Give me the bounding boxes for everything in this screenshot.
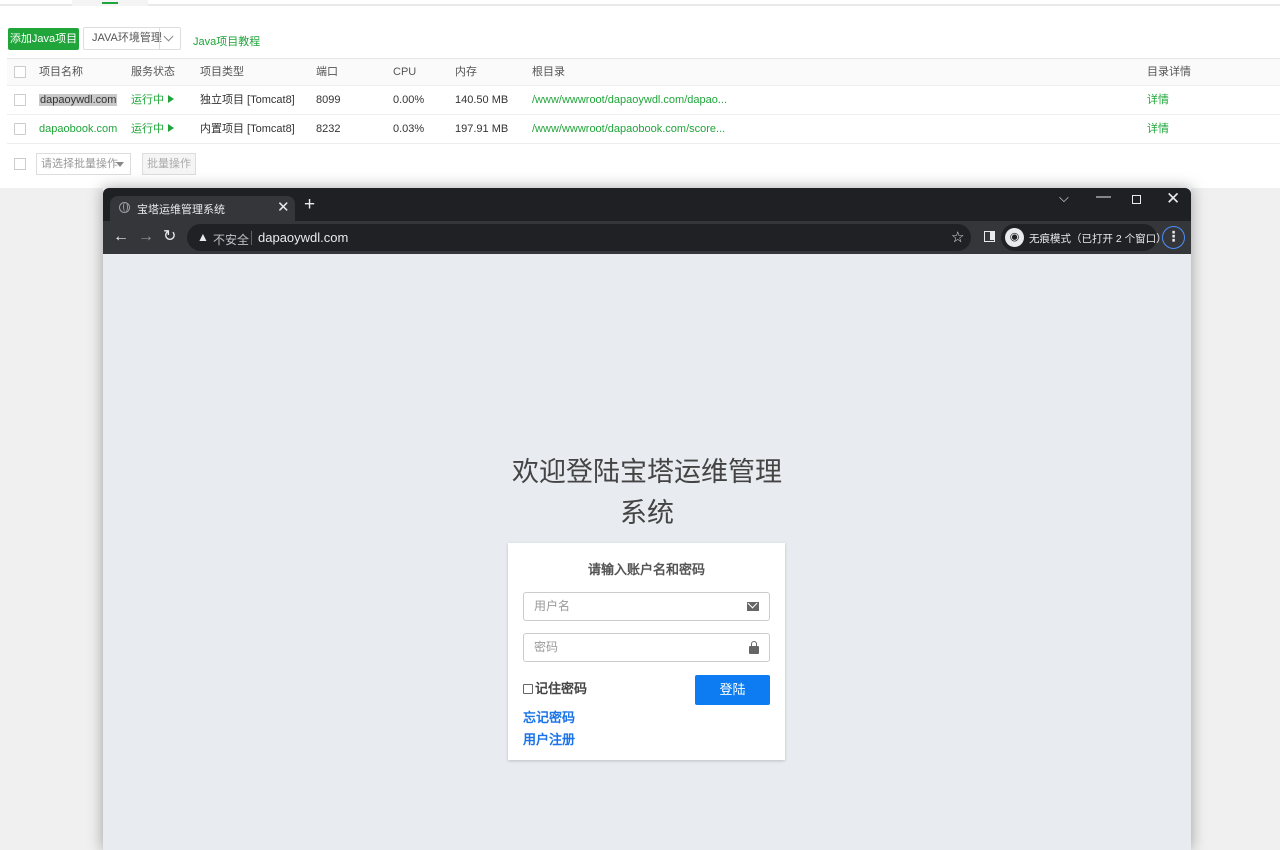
address-bar[interactable]: ▲ 不安全 dapaoywdl.com ☆	[187, 224, 971, 251]
java-env-label: JAVA环境管理	[92, 32, 162, 44]
batch-operation-button[interactable]: 批量操作	[142, 153, 196, 175]
project-table: 项目名称 服务状态 项目类型 端口 CPU 内存 根目录 目录详情 dapaoy…	[7, 58, 1280, 144]
forgot-password-link[interactable]: 忘记密码	[523, 707, 575, 726]
batch-checkbox[interactable]	[14, 158, 26, 170]
divider	[159, 28, 160, 49]
detail-link[interactable]: 详情	[1147, 86, 1169, 114]
service-status[interactable]: 运行中	[131, 86, 174, 114]
status-text: 运行中	[131, 94, 164, 106]
detail-link[interactable]: 详情	[1147, 115, 1169, 143]
cpu-usage: 0.03%	[393, 123, 425, 135]
table-header: 项目名称 服务状态 项目类型 端口 CPU 内存 根目录 目录详情	[7, 59, 1280, 86]
login-button[interactable]: 登陆	[695, 675, 770, 705]
add-java-project-button[interactable]: 添加Java项目	[8, 28, 79, 50]
select-all-checkbox[interactable]	[14, 66, 26, 78]
memory-usage: 140.50 MB	[455, 94, 509, 106]
play-icon	[168, 95, 174, 103]
close-tab-icon[interactable]: ✕	[277, 198, 290, 216]
header-detail: 目录详情	[1147, 66, 1191, 78]
new-tab-icon[interactable]: +	[304, 195, 315, 215]
browser-window: 宝塔运维管理系统 ✕ + ⌵ — ✕ ← → ↻ ▲ 不安全 dapaoywdl…	[103, 188, 1191, 850]
remember-label: 记住密码	[535, 681, 588, 696]
root-dir-link[interactable]: /www/wwwroot/dapaoywdl.com/dapao...	[532, 86, 727, 114]
register-link[interactable]: 用户注册	[523, 729, 575, 748]
chevron-down-icon[interactable]	[163, 31, 174, 42]
header-type: 项目类型	[200, 66, 244, 78]
globe-icon	[119, 202, 130, 213]
back-arrow-icon[interactable]: ←	[113, 227, 129, 247]
divider	[251, 231, 252, 245]
status-text: 运行中	[131, 123, 164, 135]
maximize-icon[interactable]	[1132, 195, 1141, 204]
port: 8099	[316, 94, 341, 106]
java-env-button[interactable]: JAVA环境管理	[83, 27, 181, 50]
root-dir-link[interactable]: /www/wwwroot/dapaobook.com/score...	[532, 115, 725, 143]
password-placeholder: 密码	[534, 640, 559, 654]
not-secure-label[interactable]: 不安全	[213, 231, 249, 248]
browser-toolbar: ← → ↻ ▲ 不安全 dapaoywdl.com ☆ ◉ 无痕模式（已打开 2…	[103, 221, 1191, 254]
header-status: 服务状态	[131, 66, 175, 78]
login-page: 欢迎登陆宝塔运维管理 系统 请输入账户名和密码 用户名 密码 记住密码 登陆 忘…	[103, 254, 1191, 850]
cpu-usage: 0.00%	[393, 94, 425, 106]
title-line-2: 系统	[620, 498, 674, 528]
tab-title: 宝塔运维管理系统	[137, 204, 225, 216]
header-name: 项目名称	[39, 66, 83, 78]
side-panel-icon[interactable]	[984, 231, 995, 242]
star-icon[interactable]: ☆	[951, 228, 964, 246]
project-panel: 添加Java项目 JAVA环境管理 Java项目教程 项目名称 服务状态 项目类…	[0, 0, 1280, 188]
table-row: dapaoywdl.com 运行中 独立项目 [Tomcat8] 8099 0.…	[7, 86, 1280, 115]
caret-down-icon	[116, 162, 124, 167]
active-tab-indicator	[102, 2, 118, 4]
forward-arrow-icon[interactable]: →	[138, 227, 154, 247]
project-name-text[interactable]: dapaoywdl.com	[39, 94, 118, 106]
remember-checkbox[interactable]	[523, 684, 533, 694]
header-port: 端口	[316, 66, 338, 78]
title-line-1: 欢迎登陆宝塔运维管理	[512, 457, 782, 487]
incognito-badge[interactable]: ◉ 无痕模式（已打开 2 个窗口）	[1001, 224, 1167, 251]
url-text[interactable]: dapaoywdl.com	[258, 230, 348, 245]
incognito-icon: ◉	[1005, 228, 1024, 247]
username-placeholder: 用户名	[534, 599, 571, 613]
header-root: 根目录	[532, 66, 565, 78]
top-tab-strip	[0, 0, 1280, 6]
project-name-link[interactable]: dapaobook.com	[39, 115, 117, 143]
username-input[interactable]: 用户名	[523, 592, 770, 621]
browser-tab[interactable]: 宝塔运维管理系统 ✕	[110, 196, 295, 221]
page-title: 欢迎登陆宝塔运维管理 系统	[483, 452, 811, 534]
tab-strip: 宝塔运维管理系统 ✕ + ⌵ — ✕	[103, 188, 1191, 221]
more-vert-icon[interactable]: ⋮	[1162, 226, 1185, 249]
play-icon	[168, 124, 174, 132]
login-subtitle: 请输入账户名和密码	[587, 562, 705, 577]
close-window-icon[interactable]: ✕	[1166, 189, 1180, 209]
project-type: 独立项目 [Tomcat8]	[200, 94, 295, 106]
envelope-icon	[747, 602, 759, 611]
remember-password[interactable]: 记住密码	[523, 678, 587, 697]
batch-select-placeholder: 请选择批量操作	[41, 158, 118, 170]
project-name-link[interactable]: dapaoywdl.com	[39, 86, 118, 114]
tab-search-chevron-icon[interactable]: ⌵	[1059, 190, 1069, 206]
minimize-icon[interactable]: —	[1096, 188, 1111, 205]
reload-icon[interactable]: ↻	[163, 227, 176, 247]
port: 8232	[316, 123, 341, 135]
incognito-label: 无痕模式（已打开 2 个窗口）	[1029, 233, 1167, 245]
memory-usage: 197.91 MB	[455, 123, 509, 135]
batch-operation-select[interactable]: 请选择批量操作	[36, 153, 131, 175]
header-cpu: CPU	[393, 66, 417, 78]
project-type: 内置项目 [Tomcat8]	[200, 123, 295, 135]
password-input[interactable]: 密码	[523, 633, 770, 662]
lock-icon	[749, 641, 759, 654]
warning-icon[interactable]: ▲	[197, 230, 209, 244]
row-checkbox[interactable]	[14, 94, 26, 106]
header-memory: 内存	[455, 66, 477, 78]
row-checkbox[interactable]	[14, 123, 26, 135]
table-row: dapaobook.com 运行中 内置项目 [Tomcat8] 8232 0.…	[7, 115, 1280, 144]
java-tutorial-link[interactable]: Java项目教程	[193, 33, 260, 49]
service-status[interactable]: 运行中	[131, 115, 174, 143]
login-card: 请输入账户名和密码 用户名 密码 记住密码 登陆 忘记密码 用户注册	[508, 543, 785, 760]
